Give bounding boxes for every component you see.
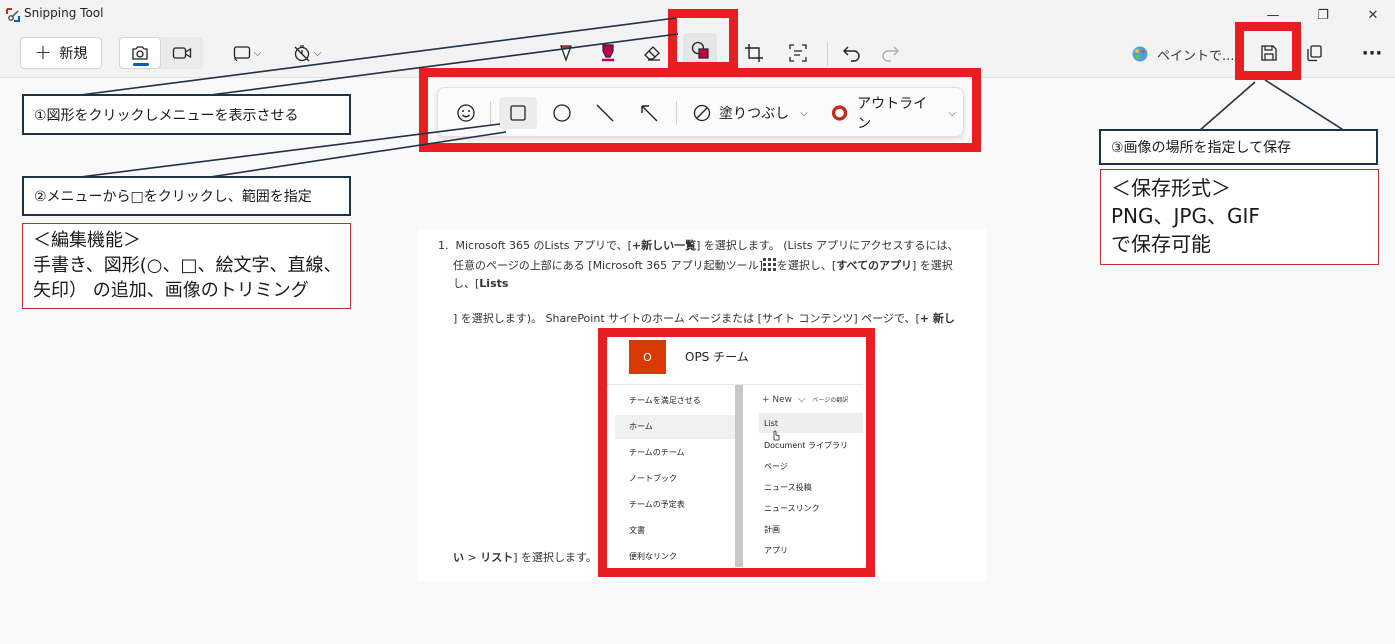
callout-step2: ②メニューから□をクリックし、範囲を指定 — [22, 176, 351, 216]
save-format-text: PNG、JPG、GIF — [1111, 204, 1260, 228]
callout-step1: ①図形をクリックしメニューを表示させる — [22, 94, 351, 135]
edit-features-text: 手書き、図形(○、□、絵文字、直線、 — [33, 255, 342, 276]
save-format-box: ＜保存形式＞ PNG、JPG、GIF で保存可能 — [1100, 169, 1379, 265]
save-format-heading: ＜保存形式＞ — [1111, 176, 1231, 200]
edit-features-box: ＜編集機能＞ 手書き、図形(○、□、絵文字、直線、 矢印） の追加、画像のトリミ… — [22, 223, 351, 309]
edit-features-heading: ＜編集機能＞ — [33, 230, 141, 251]
callout-step3: ③画像の場所を指定して保存 — [1099, 129, 1378, 165]
edit-features-text: 矢印） の追加、画像のトリミング — [33, 280, 309, 301]
save-format-text: で保存可能 — [1111, 232, 1211, 256]
